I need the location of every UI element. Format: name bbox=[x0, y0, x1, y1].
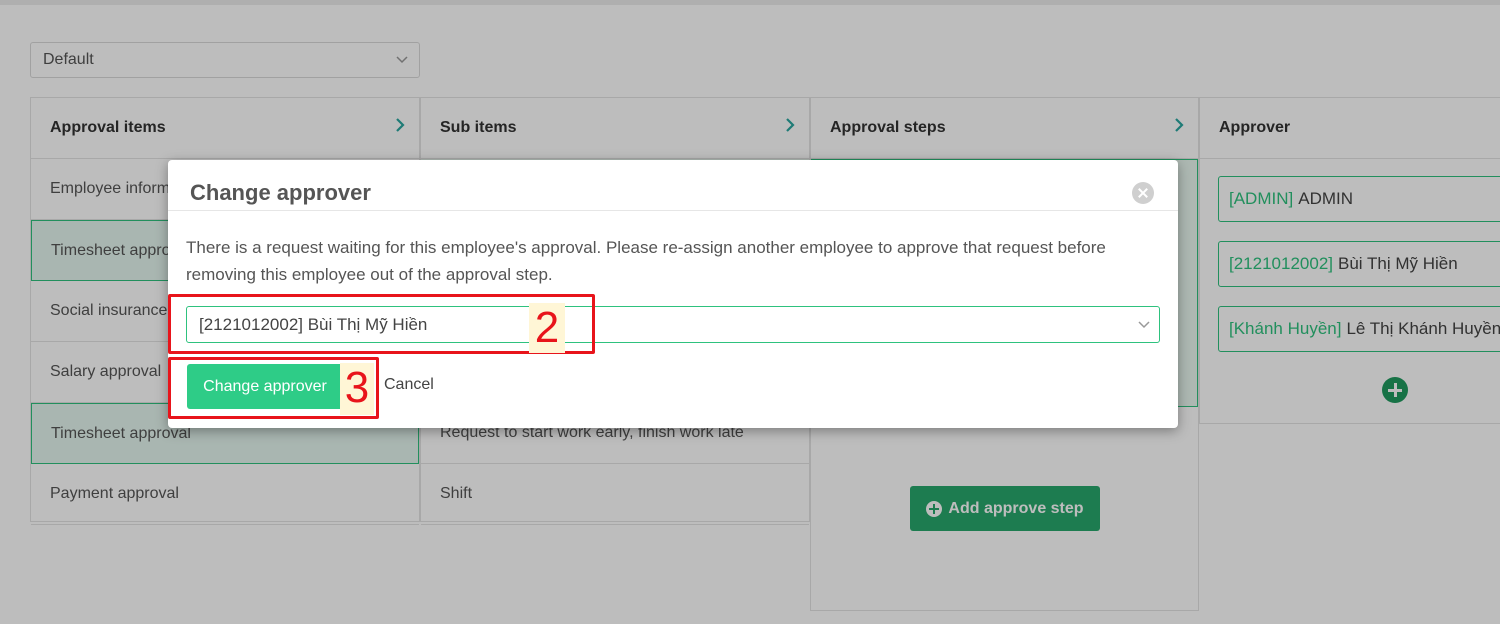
cancel-link[interactable]: Cancel bbox=[384, 376, 434, 394]
annotation-number-3: 3 bbox=[340, 363, 374, 415]
dialog-title: Change approver bbox=[190, 180, 371, 205]
chevron-down-icon bbox=[1138, 321, 1150, 329]
dialog-message: There is a request waiting for this empl… bbox=[186, 238, 1106, 284]
annotation-number-2: 2 bbox=[529, 303, 565, 353]
close-icon[interactable] bbox=[1132, 182, 1154, 204]
dialog-divider bbox=[168, 210, 1178, 211]
